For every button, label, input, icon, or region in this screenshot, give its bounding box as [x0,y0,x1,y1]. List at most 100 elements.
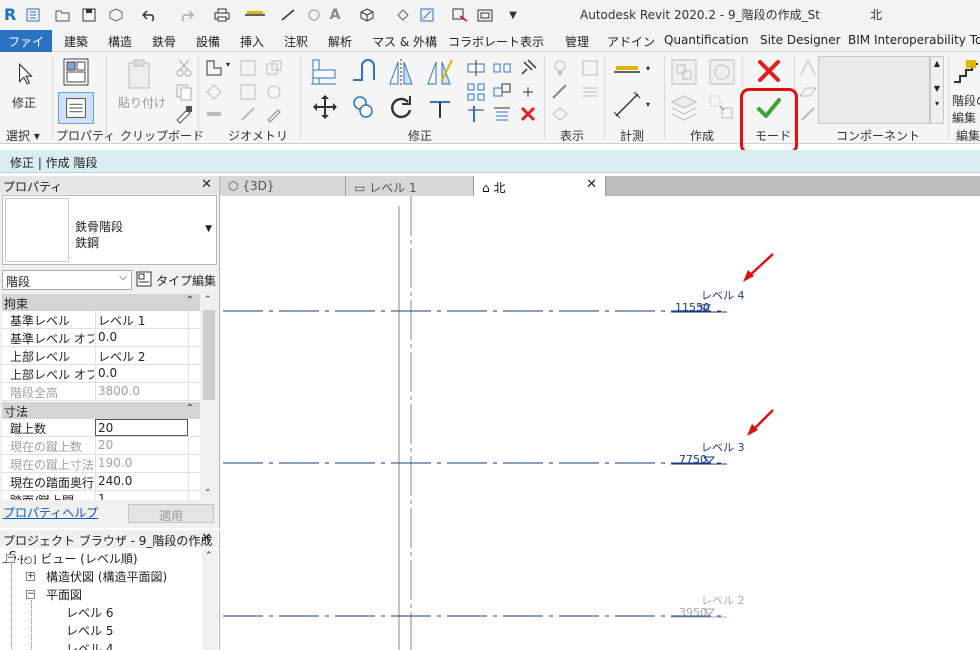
component-landing-icon[interactable] [798,82,818,102]
tree-item-floor-plans[interactable]: 平面図 [46,586,82,603]
temporary-hide-icon[interactable] [550,104,570,124]
panel-create[interactable]: 作成 [690,127,714,144]
remove-paint-icon[interactable] [264,104,284,124]
view-tab-north[interactable]: ⌂ 北 ✕ [474,176,606,196]
close-hidden-windows-icon[interactable] [450,6,470,24]
default-3d-view-icon[interactable] [356,6,378,24]
stair-path-icon[interactable] [952,56,980,86]
split-gap-icon[interactable] [492,58,512,78]
switch-windows-icon[interactable] [474,6,498,24]
property-value[interactable]: 0.0 [95,365,188,382]
trim-extend-corner-icon[interactable] [426,94,454,120]
demolish-icon[interactable] [238,104,258,124]
cut-geometry-icon[interactable] [238,58,258,78]
close-icon[interactable]: ✕ [201,531,212,546]
aligned-dim-icon[interactable] [612,90,642,120]
array-icon[interactable] [466,82,486,102]
mirror-draw-axis-icon[interactable] [424,56,454,88]
property-value-input[interactable]: 20 [95,419,188,436]
sync-icon[interactable] [104,6,128,24]
split-element-icon[interactable] [466,58,486,78]
recent-files-icon[interactable] [24,6,42,24]
close-icon[interactable]: ✕ [201,177,212,192]
chevron-down-icon[interactable]: ▼ [205,224,212,234]
properties-palette-icon[interactable] [58,92,94,124]
property-row[interactable]: 蹴上数 20 [2,419,200,437]
linework-icon[interactable] [550,82,570,102]
thin-lines-icon[interactable] [418,6,436,24]
view-tab-level-1[interactable]: ▭ レベル 1 [346,176,474,196]
scroll-down-icon[interactable]: ⌄ [204,484,212,494]
scale-icon[interactable] [492,82,512,102]
panel-view[interactable]: 表示 [560,127,584,144]
tab-addins[interactable]: アドイン [607,33,655,50]
copy-element-icon[interactable] [350,94,376,120]
create-similar-icon[interactable] [706,92,738,122]
panel-component[interactable]: コンポーネント [836,127,920,144]
tab-bim-interoperability[interactable]: BIM Interoperability Tools [848,33,980,47]
component-support-icon[interactable] [798,104,818,124]
panel-clipboard[interactable]: クリップボード [120,127,204,144]
tree-item-level-4[interactable]: レベル 4 [66,640,113,650]
scroll-up-icon[interactable]: ⌃ [204,295,212,305]
gallery-more-icon[interactable]: ▾ [931,99,943,108]
override-graphics-icon[interactable] [580,58,600,78]
undo-icon[interactable] [140,6,160,24]
property-row[interactable]: 上部レベル レベル 2 [2,347,200,365]
property-row[interactable]: 踏面/蹴上開...1 [2,491,200,500]
tab-systems[interactable]: 設備 [196,33,220,50]
move-icon[interactable] [312,94,338,120]
hide-in-view-icon[interactable] [550,58,570,78]
cancel-edit-mode-icon[interactable] [756,58,782,84]
modify-arrow-icon[interactable] [14,62,36,86]
properties-scrollbar[interactable]: ⌃ ⌄ [201,294,217,500]
property-value[interactable]: 1 [95,491,188,500]
copy-icon[interactable] [174,82,194,102]
properties-help-link[interactable]: プロパティヘルプ [3,504,98,521]
tab-quantification[interactable]: Quantification [664,33,749,47]
delete-icon[interactable] [518,104,538,124]
tab-annotate[interactable]: 注釈 [284,33,308,50]
panel-edit[interactable]: 編集 [956,127,980,144]
measure-qa-icon[interactable] [242,6,268,24]
property-row[interactable]: 現在の踏面奥行 240.0 [2,473,200,491]
group-dimensions[interactable]: 寸法 ⌃ [2,402,200,419]
property-value[interactable]: 0.0 [95,329,188,346]
gallery-up-icon[interactable]: ▲ [931,59,943,68]
tab-structure[interactable]: 構造 [108,33,132,50]
type-properties-icon[interactable] [60,56,92,88]
cope-dropdown-icon[interactable]: ▾ [226,60,236,70]
level-3-elevation[interactable]: 7750 [679,453,707,466]
modify-button[interactable]: 修正 [12,94,36,111]
collapse-icon[interactable]: ⌃ [186,295,194,306]
measure-dropdown-icon[interactable]: ▾ [646,64,656,74]
level-3-name[interactable]: レベル 3 [701,439,745,455]
tab-site-designer[interactable]: Site Designer [760,33,841,47]
property-value[interactable]: レベル 1 [95,311,188,328]
collapse-icon[interactable]: ⌃ [186,403,194,414]
tab-analyze[interactable]: 解析 [328,33,352,50]
beam-join-icon[interactable] [204,104,224,124]
property-value[interactable]: レベル 2 [95,347,188,364]
level-2-elevation[interactable]: 3950 [679,606,707,619]
scroll-up-icon[interactable]: ⌃ [205,551,213,561]
trim-single-icon[interactable] [466,104,486,124]
create-assembly-icon[interactable] [668,56,700,88]
tab-insert[interactable]: 挿入 [240,33,264,50]
panel-select[interactable]: 選択 ▾ [6,127,40,144]
tree-item-level-5[interactable]: レベル 5 [66,622,113,639]
app-logo[interactable]: R [4,5,20,24]
tab-collaborate[interactable]: コラボレート [448,33,520,50]
gallery-scroll[interactable]: ▲ ▼ ▾ [930,56,944,124]
paste-button[interactable]: 貼り付け [118,94,166,111]
group-constraints[interactable]: 拘束 ⌃ [2,294,200,311]
apply-button[interactable]: 適用 [128,504,214,523]
view-pattern-icon[interactable] [580,82,600,102]
split-face-icon[interactable] [238,82,258,102]
level-4-elevation[interactable]: 11550 [675,301,710,314]
align-icon[interactable] [308,56,338,88]
tree-collapse-icon[interactable]: − [6,554,15,563]
redo-icon[interactable] [176,6,196,24]
section-icon[interactable] [392,6,414,24]
panel-modify[interactable]: 修正 [408,127,432,144]
